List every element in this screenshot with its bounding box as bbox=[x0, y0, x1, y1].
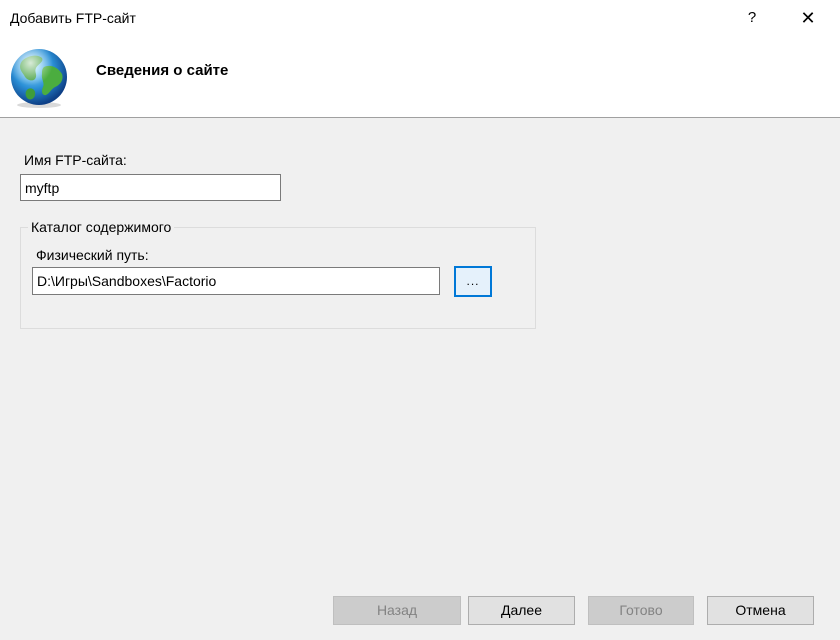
finish-button[interactable]: Готово bbox=[588, 596, 694, 625]
site-name-label: Имя FTP-сайта: bbox=[24, 152, 127, 168]
help-button[interactable]: ? bbox=[736, 2, 768, 34]
site-name-input[interactable] bbox=[20, 174, 281, 201]
cancel-button[interactable]: Отмена bbox=[707, 596, 814, 625]
back-button[interactable]: Назад bbox=[333, 596, 461, 625]
next-button[interactable]: Далее bbox=[468, 596, 575, 625]
globe-icon bbox=[11, 49, 67, 108]
window-title: Добавить FTP-сайт bbox=[10, 10, 136, 26]
wizard-header: Сведения о сайте bbox=[0, 36, 840, 118]
physical-path-input[interactable] bbox=[32, 267, 440, 295]
page-title: Сведения о сайте bbox=[96, 62, 229, 79]
close-button[interactable]: ✕ bbox=[792, 2, 824, 34]
physical-path-label: Физический путь: bbox=[36, 247, 149, 263]
browse-button[interactable]: ... bbox=[454, 266, 492, 297]
content-directory-label: Каталог содержимого bbox=[28, 219, 175, 235]
title-bar: Добавить FTP-сайт ? ✕ bbox=[0, 0, 840, 36]
